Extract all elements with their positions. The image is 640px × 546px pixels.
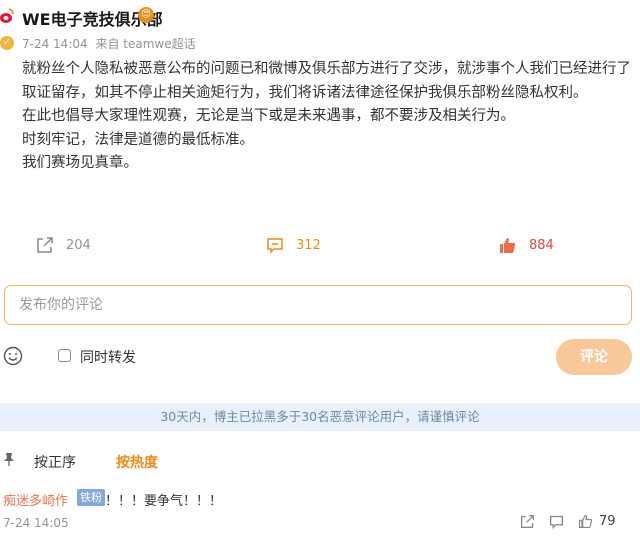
post-body: 就粉丝个人隐私被恶意公布的问题已和微博及俱乐部方进行了交涉，就涉事个人我们已经进… (22, 58, 632, 176)
repost-icon (37, 237, 53, 253)
comment-icon[interactable] (549, 514, 564, 529)
post-source[interactable]: 来自 teamwe超话 (95, 37, 195, 51)
repost-button[interactable]: 204 (36, 236, 91, 254)
comment-like-count: 79 (599, 514, 616, 529)
comment-actions: 79 (520, 514, 616, 529)
post-paragraph: 就粉丝个人隐私被恶意公布的问题已和微博及俱乐部方进行了交涉，就涉事个人我们已经进… (22, 61, 631, 101)
repost-checkbox-label[interactable]: 同时转发 (80, 347, 136, 367)
sort-marker-icon (4, 453, 14, 466)
emoji-badge-icon: 😍 (138, 7, 154, 23)
thumbs-up-icon (578, 514, 593, 529)
submit-comment-button[interactable]: 评论 (556, 339, 632, 375)
moderation-notice: 30天内，博主已拉黑多于30名恶意评论用户，请谨慎评论 (0, 403, 640, 431)
like-count: 884 (529, 238, 554, 253)
comment-input[interactable] (17, 286, 616, 324)
post-paragraph: 我们赛场见真章。 (22, 155, 138, 171)
post-time[interactable]: 7-24 14:04 (22, 37, 88, 51)
comment-username[interactable]: 痴迷多崎作 (3, 490, 68, 509)
comment-count: 312 (296, 237, 321, 253)
comment-text: ！！！要争气！！！ (105, 494, 223, 509)
comment-icon (267, 238, 283, 254)
verified-icon: ✓ (0, 36, 14, 50)
repost-checkbox[interactable] (58, 349, 71, 362)
comment-like-button[interactable]: 79 (578, 514, 616, 529)
weibo-logo-icon (0, 8, 14, 23)
comment-time: 7-24 14:05 (3, 516, 69, 530)
thumbs-up-icon (500, 238, 516, 253)
repost-icon[interactable] (520, 514, 535, 529)
post-paragraph: 时刻牢记，法律是道德的最低标准。 (22, 131, 254, 148)
post-meta: 7-24 14:04 来自 teamwe超话 (22, 35, 196, 52)
repost-count: 204 (66, 237, 91, 253)
fan-badge: 铁粉 (77, 489, 105, 506)
post-paragraph: 在此也倡导大家理性观赛，无论是当下或是未来遇事，都不要涉及相关行为。 (22, 108, 515, 124)
sort-by-hot-tab[interactable]: 按热度 (116, 452, 158, 472)
comment-input-box[interactable] (4, 285, 632, 325)
like-button[interactable]: 884 (498, 236, 554, 255)
sort-by-time-tab[interactable]: 按正序 (34, 452, 76, 472)
emoji-picker-icon[interactable] (3, 346, 23, 366)
post-actions: 204 312 884 (0, 236, 640, 262)
comment-button[interactable]: 312 (266, 236, 321, 254)
